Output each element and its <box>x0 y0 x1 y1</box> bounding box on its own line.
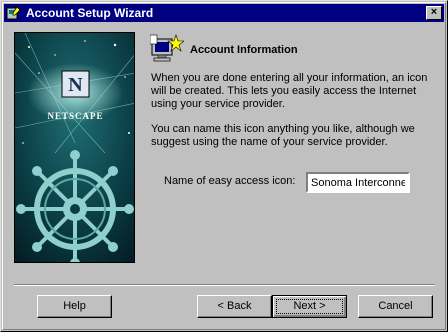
netscape-banner-image: N NETSCAPE <box>14 32 135 263</box>
next-button[interactable]: Next > <box>272 295 347 318</box>
close-button[interactable]: × <box>426 6 442 20</box>
next-button-label: Next > <box>293 300 326 312</box>
account-computer-icon <box>150 34 184 62</box>
wizard-window: Account Setup Wizard × N NETSCAPE Accoun… <box>0 0 448 332</box>
info-paragraph-2: You can name this icon anything you like… <box>151 123 415 148</box>
title-bar[interactable]: Account Setup Wizard × <box>4 4 444 22</box>
netscape-wordmark: NETSCAPE <box>47 111 103 121</box>
icon-name-input[interactable] <box>306 172 410 193</box>
netscape-logo-letter: N <box>68 74 83 96</box>
cancel-button[interactable]: Cancel <box>358 295 433 318</box>
divider-highlight <box>14 285 435 286</box>
close-icon: × <box>430 6 438 18</box>
help-button[interactable]: Help <box>37 295 112 318</box>
page-heading: Account Information <box>190 44 298 56</box>
info-paragraph-1: When you are done entering all your info… <box>151 72 428 110</box>
wizard-app-icon <box>6 6 21 20</box>
back-button[interactable]: < Back <box>197 295 272 318</box>
banner-artwork: N NETSCAPE <box>15 33 134 262</box>
icon-name-label: Name of easy access icon: <box>164 175 296 187</box>
window-title: Account Setup Wizard <box>26 6 154 20</box>
